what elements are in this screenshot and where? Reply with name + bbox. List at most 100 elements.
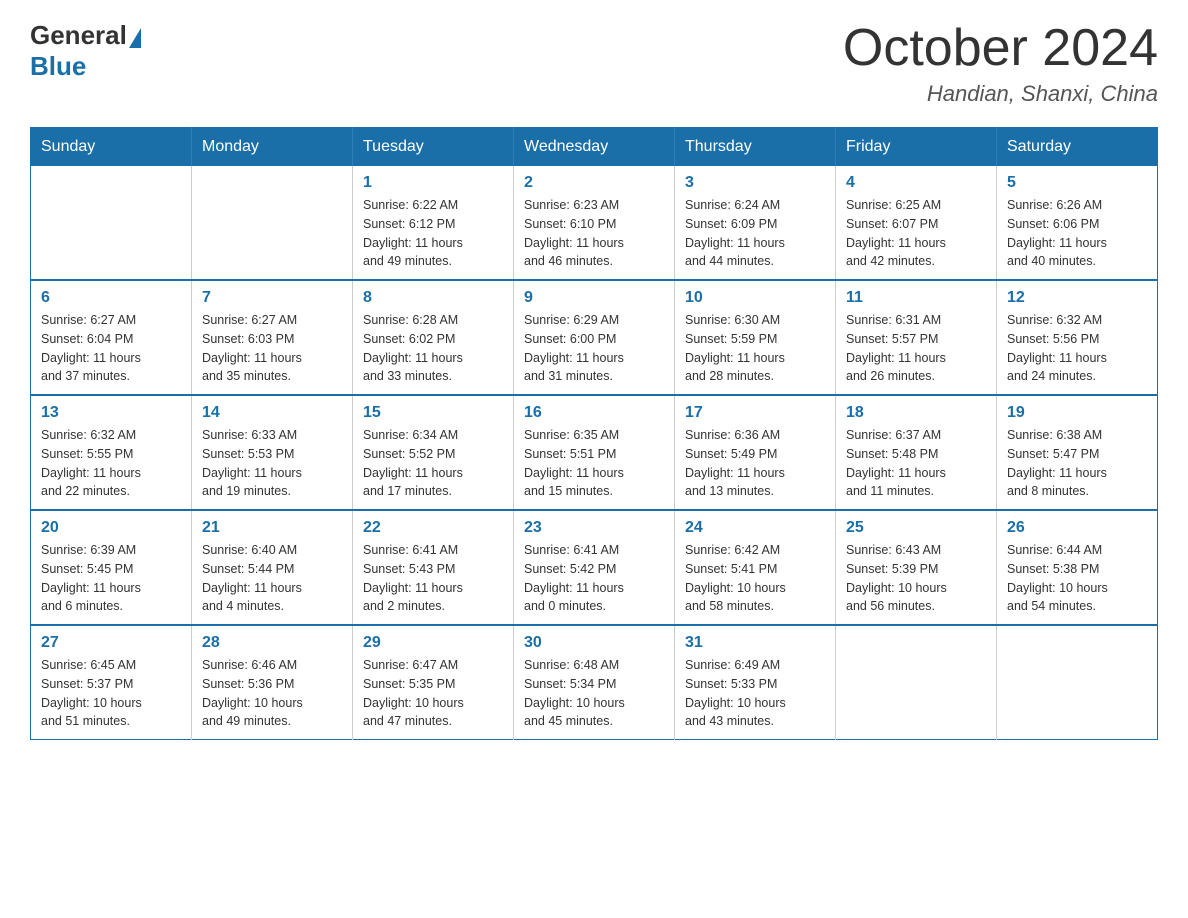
calendar-cell: 30 Sunrise: 6:48 AMSunset: 5:34 PMDayligh… [514, 625, 675, 740]
week-row-4: 20 Sunrise: 6:39 AMSunset: 5:45 PMDayligh… [31, 510, 1158, 625]
logo-triangle-icon [129, 28, 141, 48]
day-number: 18 [846, 404, 986, 422]
calendar-cell: 17 Sunrise: 6:36 AMSunset: 5:49 PMDayligh… [675, 395, 836, 510]
day-info: Sunrise: 6:39 AMSunset: 5:45 PMDaylight:… [41, 541, 181, 616]
day-number: 12 [1007, 289, 1147, 307]
day-info: Sunrise: 6:30 AMSunset: 5:59 PMDaylight:… [685, 311, 825, 386]
day-number: 23 [524, 519, 664, 537]
day-info: Sunrise: 6:43 AMSunset: 5:39 PMDaylight:… [846, 541, 986, 616]
calendar-cell: 9 Sunrise: 6:29 AMSunset: 6:00 PMDaylight… [514, 280, 675, 395]
day-info: Sunrise: 6:33 AMSunset: 5:53 PMDaylight:… [202, 426, 342, 501]
day-number: 11 [846, 289, 986, 307]
calendar-cell: 24 Sunrise: 6:42 AMSunset: 5:41 PMDayligh… [675, 510, 836, 625]
day-number: 13 [41, 404, 181, 422]
calendar-cell: 10Sunrise: 6:30 AMSunset: 5:59 PMDayligh… [675, 280, 836, 395]
calendar-cell: 27 Sunrise: 6:45 AMSunset: 5:37 PMDayligh… [31, 625, 192, 740]
location: Handian, Shanxi, China [843, 81, 1158, 107]
day-info: Sunrise: 6:27 AMSunset: 6:04 PMDaylight:… [41, 311, 181, 386]
day-info: Sunrise: 6:29 AMSunset: 6:00 PMDaylight:… [524, 311, 664, 386]
day-header-friday: Friday [836, 128, 997, 167]
day-number: 14 [202, 404, 342, 422]
calendar-cell: 12 Sunrise: 6:32 AMSunset: 5:56 PMDayligh… [997, 280, 1158, 395]
calendar-cell: 8 Sunrise: 6:28 AMSunset: 6:02 PMDaylight… [353, 280, 514, 395]
day-header-sunday: Sunday [31, 128, 192, 167]
day-number: 27 [41, 634, 181, 652]
day-info: Sunrise: 6:38 AMSunset: 5:47 PMDaylight:… [1007, 426, 1147, 501]
logo: General Blue [30, 20, 141, 82]
day-headers-row: SundayMondayTuesdayWednesdayThursdayFrid… [31, 128, 1158, 167]
day-number: 17 [685, 404, 825, 422]
day-info: Sunrise: 6:41 AMSunset: 5:42 PMDaylight:… [524, 541, 664, 616]
calendar-cell: 14 Sunrise: 6:33 AMSunset: 5:53 PMDayligh… [192, 395, 353, 510]
month-title: October 2024 [843, 20, 1158, 77]
day-info: Sunrise: 6:25 AMSunset: 6:07 PMDaylight:… [846, 196, 986, 271]
calendar-cell: 25Sunrise: 6:43 AMSunset: 5:39 PMDayligh… [836, 510, 997, 625]
day-number: 6 [41, 289, 181, 307]
calendar-header: SundayMondayTuesdayWednesdayThursdayFrid… [31, 128, 1158, 167]
day-info: Sunrise: 6:26 AMSunset: 6:06 PMDaylight:… [1007, 196, 1147, 271]
calendar-cell: 23 Sunrise: 6:41 AMSunset: 5:42 PMDayligh… [514, 510, 675, 625]
day-number: 5 [1007, 174, 1147, 192]
day-info: Sunrise: 6:31 AMSunset: 5:57 PMDaylight:… [846, 311, 986, 386]
day-number: 21 [202, 519, 342, 537]
day-info: Sunrise: 6:32 AMSunset: 5:56 PMDaylight:… [1007, 311, 1147, 386]
calendar-cell: 18 Sunrise: 6:37 AMSunset: 5:48 PMDayligh… [836, 395, 997, 510]
day-header-saturday: Saturday [997, 128, 1158, 167]
calendar-cell: 7Sunrise: 6:27 AMSunset: 6:03 PMDaylight… [192, 280, 353, 395]
day-header-wednesday: Wednesday [514, 128, 675, 167]
day-number: 19 [1007, 404, 1147, 422]
day-info: Sunrise: 6:42 AMSunset: 5:41 PMDaylight:… [685, 541, 825, 616]
day-number: 20 [41, 519, 181, 537]
calendar-cell: 13 Sunrise: 6:32 AMSunset: 5:55 PMDayligh… [31, 395, 192, 510]
calendar-cell: 22 Sunrise: 6:41 AMSunset: 5:43 PMDayligh… [353, 510, 514, 625]
day-number: 9 [524, 289, 664, 307]
calendar-cell: 6 Sunrise: 6:27 AMSunset: 6:04 PMDaylight… [31, 280, 192, 395]
day-number: 1 [363, 174, 503, 192]
day-info: Sunrise: 6:40 AMSunset: 5:44 PMDaylight:… [202, 541, 342, 616]
day-info: Sunrise: 6:47 AMSunset: 5:35 PMDaylight:… [363, 656, 503, 731]
calendar-cell: 1 Sunrise: 6:22 AMSunset: 6:12 PMDaylight… [353, 166, 514, 280]
day-info: Sunrise: 6:23 AMSunset: 6:10 PMDaylight:… [524, 196, 664, 271]
day-header-tuesday: Tuesday [353, 128, 514, 167]
day-info: Sunrise: 6:27 AMSunset: 6:03 PMDaylight:… [202, 311, 342, 386]
day-number: 29 [363, 634, 503, 652]
day-number: 8 [363, 289, 503, 307]
day-info: Sunrise: 6:45 AMSunset: 5:37 PMDaylight:… [41, 656, 181, 731]
week-row-2: 6 Sunrise: 6:27 AMSunset: 6:04 PMDaylight… [31, 280, 1158, 395]
day-info: Sunrise: 6:49 AMSunset: 5:33 PMDaylight:… [685, 656, 825, 731]
day-info: Sunrise: 6:36 AMSunset: 5:49 PMDaylight:… [685, 426, 825, 501]
calendar-cell [192, 166, 353, 280]
day-number: 24 [685, 519, 825, 537]
title-section: October 2024 Handian, Shanxi, China [843, 20, 1158, 107]
day-info: Sunrise: 6:34 AMSunset: 5:52 PMDaylight:… [363, 426, 503, 501]
calendar-cell: 4 Sunrise: 6:25 AMSunset: 6:07 PMDaylight… [836, 166, 997, 280]
calendar-cell: 11 Sunrise: 6:31 AMSunset: 5:57 PMDayligh… [836, 280, 997, 395]
day-number: 28 [202, 634, 342, 652]
day-info: Sunrise: 6:22 AMSunset: 6:12 PMDaylight:… [363, 196, 503, 271]
day-info: Sunrise: 6:35 AMSunset: 5:51 PMDaylight:… [524, 426, 664, 501]
calendar-cell [31, 166, 192, 280]
calendar-cell: 19 Sunrise: 6:38 AMSunset: 5:47 PMDayligh… [997, 395, 1158, 510]
calendar-cell: 21 Sunrise: 6:40 AMSunset: 5:44 PMDayligh… [192, 510, 353, 625]
day-number: 3 [685, 174, 825, 192]
day-number: 30 [524, 634, 664, 652]
logo-blue-text: Blue [30, 51, 86, 81]
calendar-cell: 20 Sunrise: 6:39 AMSunset: 5:45 PMDayligh… [31, 510, 192, 625]
calendar-cell [836, 625, 997, 740]
day-info: Sunrise: 6:32 AMSunset: 5:55 PMDaylight:… [41, 426, 181, 501]
day-number: 22 [363, 519, 503, 537]
day-info: Sunrise: 6:48 AMSunset: 5:34 PMDaylight:… [524, 656, 664, 731]
day-number: 4 [846, 174, 986, 192]
page-header: General Blue October 2024 Handian, Shanx… [30, 20, 1158, 107]
calendar-cell: 26Sunrise: 6:44 AMSunset: 5:38 PMDayligh… [997, 510, 1158, 625]
calendar-cell: 3Sunrise: 6:24 AMSunset: 6:09 PMDaylight… [675, 166, 836, 280]
week-row-3: 13 Sunrise: 6:32 AMSunset: 5:55 PMDayligh… [31, 395, 1158, 510]
day-info: Sunrise: 6:41 AMSunset: 5:43 PMDaylight:… [363, 541, 503, 616]
day-info: Sunrise: 6:37 AMSunset: 5:48 PMDaylight:… [846, 426, 986, 501]
day-number: 16 [524, 404, 664, 422]
calendar-cell: 5 Sunrise: 6:26 AMSunset: 6:06 PMDaylight… [997, 166, 1158, 280]
day-header-monday: Monday [192, 128, 353, 167]
day-info: Sunrise: 6:28 AMSunset: 6:02 PMDaylight:… [363, 311, 503, 386]
calendar-cell: 16 Sunrise: 6:35 AMSunset: 5:51 PMDayligh… [514, 395, 675, 510]
day-header-thursday: Thursday [675, 128, 836, 167]
